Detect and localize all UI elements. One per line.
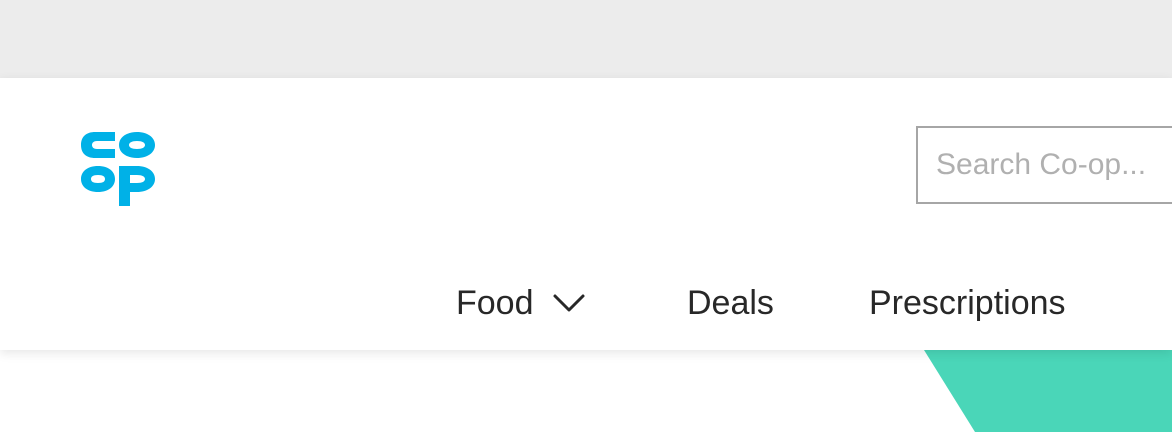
nav-item-prescriptions[interactable]: Prescriptions xyxy=(869,278,1066,328)
site-header: Food Deals Prescriptions xyxy=(0,78,1172,350)
nav-item-food-label: Food xyxy=(456,283,534,322)
nav-item-deals-label: Deals xyxy=(687,283,774,322)
main-nav: Food Deals Prescriptions xyxy=(0,278,1172,328)
nav-item-food[interactable]: Food xyxy=(456,278,586,328)
nav-item-deals[interactable]: Deals xyxy=(687,278,774,328)
search-box[interactable] xyxy=(916,126,1172,204)
search-input[interactable] xyxy=(918,128,1172,202)
nav-item-prescriptions-label: Prescriptions xyxy=(869,283,1066,322)
chevron-down-icon xyxy=(553,294,584,312)
hero-banner xyxy=(0,350,1172,432)
coop-logo[interactable] xyxy=(77,126,157,208)
top-utility-bar xyxy=(0,0,1172,78)
hero-accent-shape xyxy=(924,350,1172,432)
